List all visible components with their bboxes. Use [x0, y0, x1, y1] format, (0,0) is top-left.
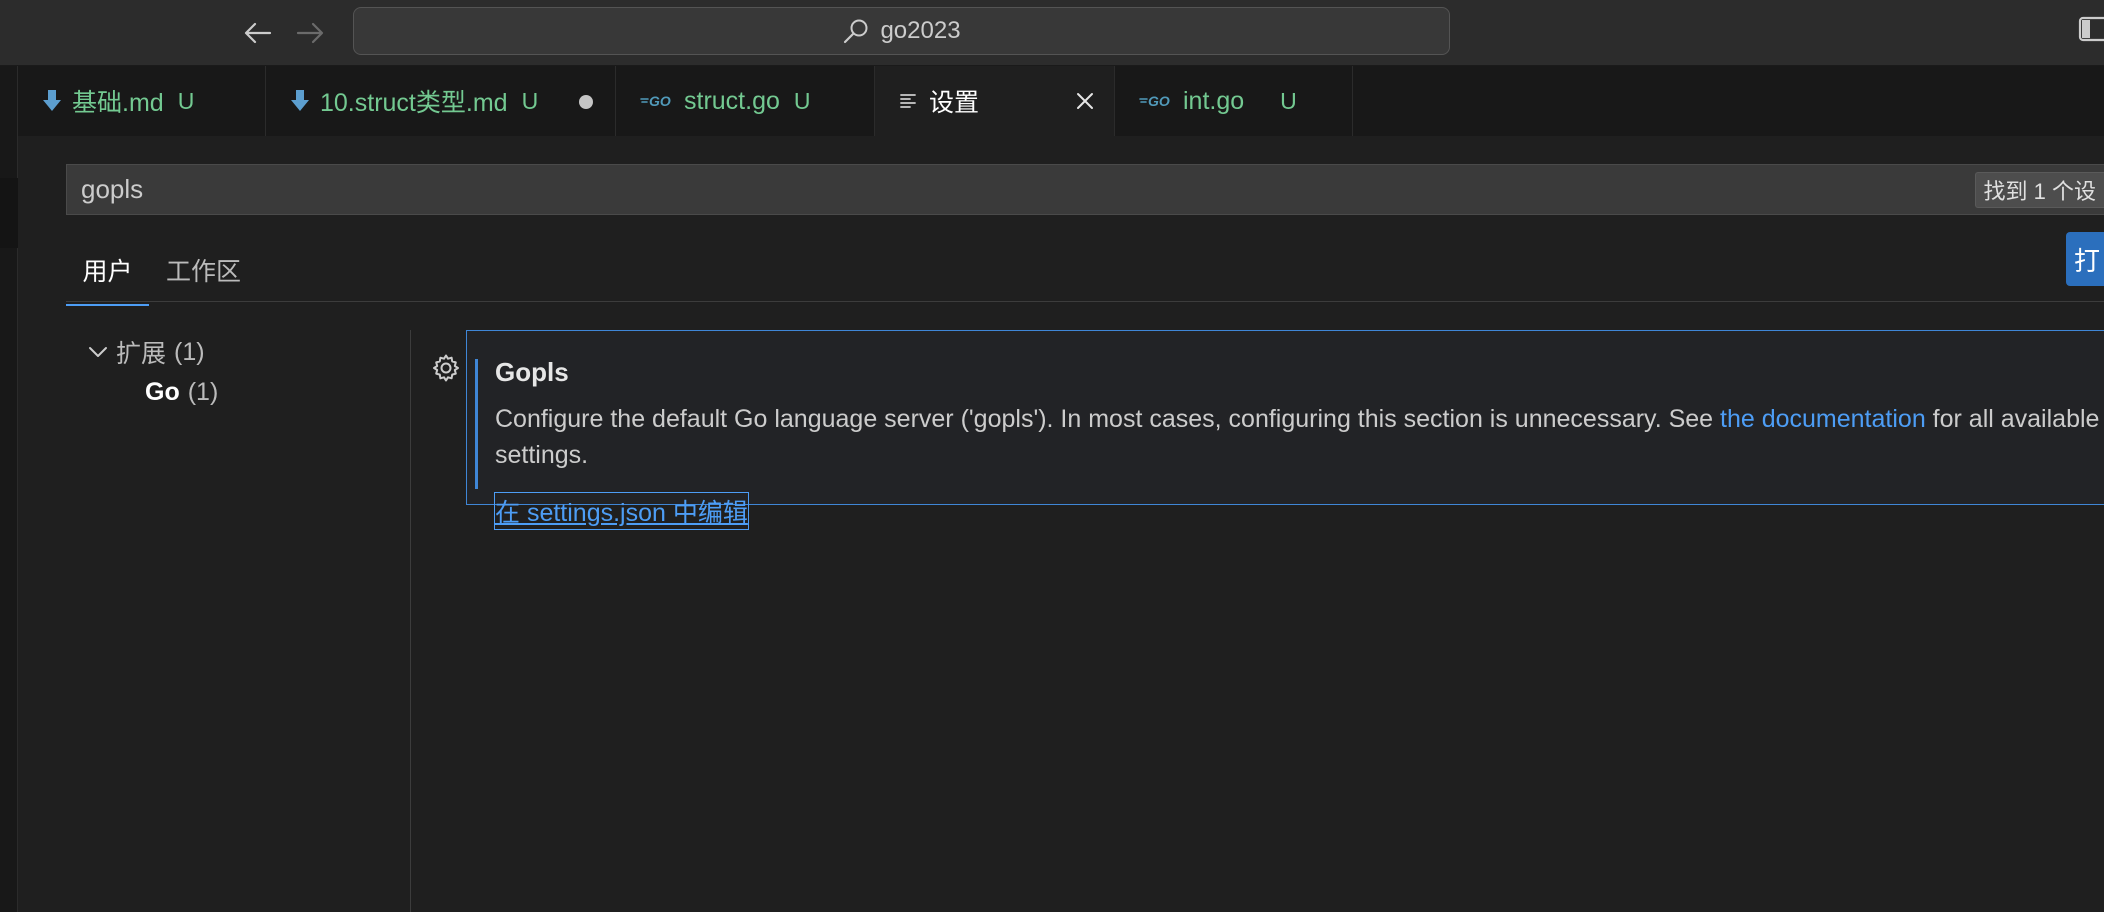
- toc-extensions-label: 扩展: [116, 340, 167, 368]
- focus-indicator: [475, 359, 478, 489]
- arrow-right-icon: [296, 22, 324, 44]
- go-file-icon: GO: [640, 93, 674, 109]
- open-settings-json-label: 打: [2074, 245, 2101, 276]
- open-settings-json-button[interactable]: 打: [2066, 232, 2104, 286]
- go-file-icon: GO: [1139, 93, 1173, 109]
- chevron-down-icon: [89, 347, 107, 357]
- git-status-badge: U: [521, 87, 539, 114]
- documentation-link[interactable]: the documentation: [1720, 405, 1926, 433]
- tab-settings[interactable]: 设置: [875, 66, 1115, 136]
- setting-desc-text: Configure the default Go language server…: [495, 405, 1721, 433]
- search-icon: [844, 19, 868, 44]
- settings-list-icon: [899, 92, 919, 110]
- git-status-badge: U: [793, 87, 811, 114]
- tab-label: 设置: [929, 89, 980, 117]
- toc-item-go[interactable]: Go (1): [145, 378, 218, 407]
- tab-label: 10.struct类型.md: [320, 89, 508, 117]
- toc-go-label: Go: [145, 378, 180, 406]
- forward-button[interactable]: [292, 16, 328, 50]
- toc-item-extensions[interactable]: 扩展 (1): [88, 334, 205, 370]
- title-bar: go2023: [0, 0, 2104, 66]
- setting-description: Configure the default Go language server…: [495, 401, 2104, 473]
- markdown-download-icon: [290, 89, 310, 113]
- svg-text:GO: GO: [1148, 93, 1170, 109]
- tab-int-go[interactable]: GO int.go U: [1115, 66, 1353, 136]
- markdown-download-icon: [42, 89, 62, 113]
- layout-sidebar-icon[interactable]: [2078, 16, 2104, 42]
- tab-workspace-settings[interactable]: 工作区: [166, 252, 241, 304]
- settings-scope-tabs: 用户 工作区 打: [66, 232, 2104, 306]
- toc-go-count: (1): [187, 378, 219, 406]
- tab-label: int.go: [1183, 86, 1245, 115]
- tab-label: struct.go: [684, 86, 780, 115]
- tab-10-struct-md[interactable]: 10.struct类型.md U: [266, 66, 616, 136]
- tab-user-settings[interactable]: 用户: [66, 252, 149, 306]
- command-center-search[interactable]: go2023: [353, 7, 1450, 55]
- activity-bar-edge: [0, 66, 18, 912]
- tab-label: 基础.md: [72, 89, 164, 117]
- results-count-badge: 找到 1 个设: [1974, 172, 2104, 208]
- edit-in-settings-json-link[interactable]: 在 settings.json 中编辑: [494, 492, 749, 530]
- unsaved-dot-icon[interactable]: [579, 95, 593, 109]
- git-status-badge: U: [177, 87, 195, 114]
- close-icon[interactable]: [1072, 88, 1098, 114]
- back-button[interactable]: [240, 16, 276, 50]
- activity-bar-indicator: [0, 178, 18, 248]
- command-center-text: go2023: [880, 17, 961, 44]
- arrow-left-icon: [244, 22, 272, 44]
- editor-tab-bar: 基础.md U 10.struct类型.md U GO struct.go U …: [18, 66, 2104, 136]
- tab-基础-md[interactable]: 基础.md U: [18, 66, 266, 136]
- settings-toc: 扩展 (1) Go (1): [66, 330, 411, 912]
- git-status-badge: U: [1280, 87, 1297, 114]
- setting-title: Gopls: [495, 357, 569, 387]
- toc-extensions-count: (1): [174, 337, 205, 366]
- setting-item-gopls[interactable]: Gopls Configure the default Go language …: [466, 330, 2104, 530]
- settings-editor: gopls 找到 1 个设 用户 工作区 打 扩展 (1) Go (1) Gop…: [19, 136, 2104, 912]
- tab-struct-go[interactable]: GO struct.go U: [616, 66, 875, 136]
- settings-search-input[interactable]: gopls 找到 1 个设: [66, 164, 2104, 215]
- settings-search-value: gopls: [81, 174, 144, 204]
- svg-text:GO: GO: [649, 93, 671, 109]
- gear-icon[interactable]: [431, 353, 461, 383]
